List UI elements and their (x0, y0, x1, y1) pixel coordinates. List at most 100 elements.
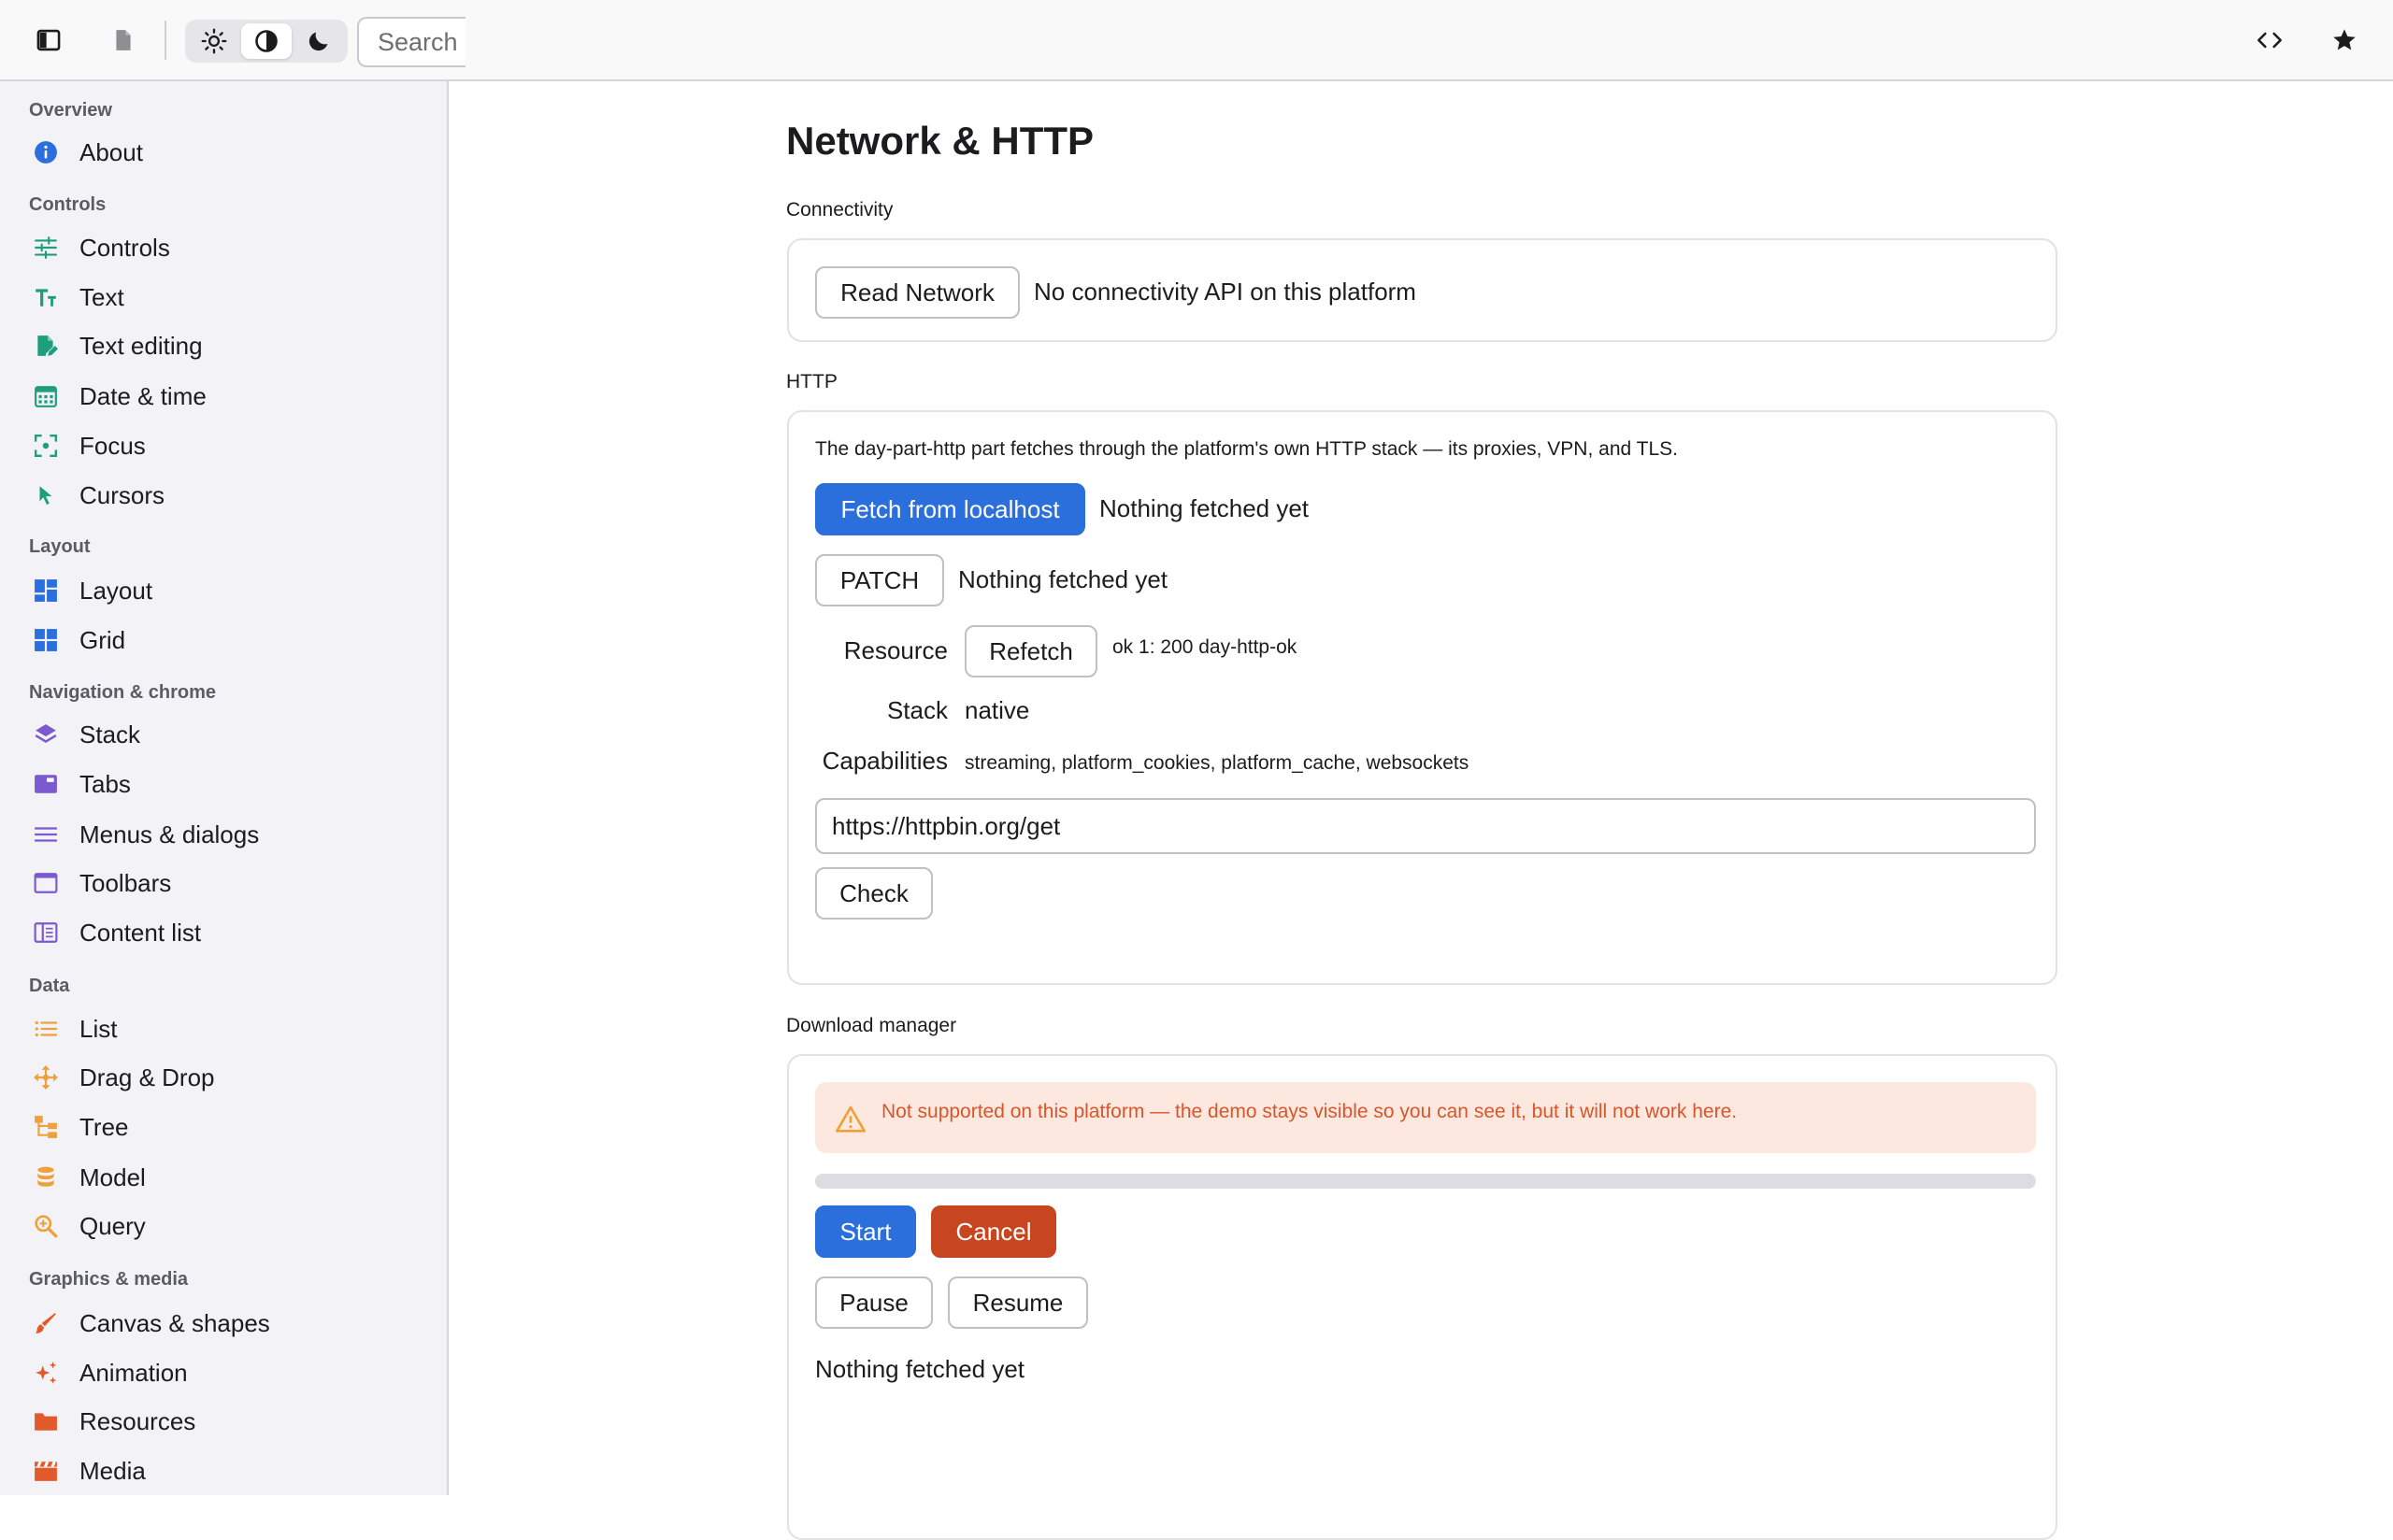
sidebar-item-grid[interactable]: Grid (13, 617, 436, 663)
content-list-icon (34, 922, 58, 943)
sidebar-item-date-time[interactable]: Date & time (13, 373, 436, 420)
sidebar-item-query[interactable]: Query (13, 1203, 436, 1249)
sidebar-item-about[interactable]: About (13, 129, 436, 176)
sidebar-item-label: Cursors (79, 480, 165, 509)
http-group-label: HTTP (786, 371, 838, 392)
sidebar-item-tree[interactable]: Tree (13, 1104, 436, 1150)
pause-button[interactable]: Pause (815, 1276, 933, 1329)
theme-auto-button[interactable] (241, 23, 292, 59)
refetch-button[interactable]: Refetch (965, 625, 1097, 677)
sidebar-toggle-icon (36, 29, 61, 51)
url-input[interactable] (815, 798, 2036, 854)
brush-icon (36, 1313, 56, 1333)
sidebar-item-cursors[interactable]: Cursors (13, 472, 436, 519)
sidebar-item-label: Stack (79, 720, 141, 749)
read-network-button[interactable]: Read Network (815, 266, 1020, 319)
connectivity-group-label: Connectivity (786, 199, 894, 221)
sidebar-item-controls[interactable]: Controls (13, 224, 436, 271)
download-group-label: Download manager (786, 1015, 957, 1036)
edit-document-icon (37, 335, 58, 356)
moon-icon (308, 32, 328, 51)
favorite-button[interactable] (2318, 14, 2371, 66)
focus-icon (34, 434, 58, 458)
database-icon (37, 1166, 54, 1187)
layout-icon (35, 579, 57, 602)
view-source-button[interactable] (2243, 14, 2296, 66)
sidebar-item-label: Focus (79, 431, 146, 460)
sidebar-item-label: Model (79, 1162, 146, 1191)
theme-dark-button[interactable] (294, 23, 344, 59)
sidebar-item-content-list[interactable]: Content list (13, 909, 436, 956)
sidebar-item-label: List (79, 1014, 118, 1043)
capabilities-value: streaming, platform_cookies, platform_ca… (965, 752, 1469, 774)
http-card: The day-part-http part fetches through t… (787, 410, 2057, 985)
document-icon (116, 30, 131, 50)
sidebar-item-label: Grid (79, 625, 126, 654)
sidebar-item-drag-drop[interactable]: Drag & Drop (13, 1054, 436, 1101)
sliders-icon (35, 236, 57, 259)
sidebar-item-resources[interactable]: Resources (13, 1398, 436, 1445)
resource-label: Resource (843, 636, 948, 664)
sidebar-item-canvas-shapes[interactable]: Canvas & shapes (13, 1300, 436, 1347)
sidebar-item-layout[interactable]: Layout (13, 567, 436, 614)
list-icon (35, 1020, 57, 1037)
sidebar-item-label: Canvas & shapes (79, 1308, 270, 1337)
document-button[interactable] (97, 14, 150, 66)
sidebar-item-animation[interactable]: Animation (13, 1349, 436, 1396)
sidebar-section-graphics: Graphics & media (29, 1269, 189, 1290)
move-icon (34, 1065, 58, 1090)
theme-light-button[interactable] (189, 23, 239, 59)
sidebar-item-focus[interactable]: Focus (13, 422, 436, 469)
sidebar-item-label: Media (79, 1456, 146, 1485)
sidebar-item-stack[interactable]: Stack (13, 711, 436, 758)
sidebar-item-label: About (79, 137, 143, 166)
connectivity-card: Read Network No connectivity API on this… (787, 238, 2057, 342)
sidebar-item-model[interactable]: Model (13, 1154, 436, 1201)
contrast-icon (255, 30, 278, 52)
fetch-from-localhost-button[interactable]: Fetch from localhost (815, 483, 1085, 535)
page-title: Network & HTTP (786, 119, 1095, 163)
sidebar-toggle-button[interactable] (22, 14, 75, 66)
sidebar-section-controls: Controls (29, 194, 107, 215)
info-icon (35, 141, 57, 164)
sidebar-item-list[interactable]: List (13, 1005, 436, 1052)
main-content: Network & HTTP Connectivity Read Network… (451, 81, 2393, 1540)
sidebar-item-label: Date & time (79, 381, 207, 410)
download-status: Nothing fetched yet (815, 1355, 1025, 1383)
sidebar-item-label: Layout (79, 576, 153, 605)
grid-icon (35, 629, 57, 651)
menu-icon (35, 827, 57, 842)
fetch-status: Nothing fetched yet (1099, 494, 1310, 522)
sidebar-section-data: Data (29, 976, 70, 996)
resume-button[interactable]: Resume (948, 1276, 1088, 1329)
sidebar-item-toolbars[interactable]: Toolbars (13, 860, 436, 906)
sidebar-item-label: Tabs (79, 769, 131, 798)
sidebar: Overview About Controls Controls Text Te… (0, 81, 449, 1495)
download-progress-bar (815, 1174, 2036, 1189)
sidebar-item-label: Drag & Drop (79, 1062, 215, 1091)
folder-icon (35, 1413, 57, 1431)
patch-button[interactable]: PATCH (815, 554, 944, 606)
tabs-icon (35, 775, 57, 793)
sidebar-item-label: Text editing (79, 331, 203, 360)
cancel-button[interactable]: Cancel (931, 1205, 1056, 1258)
http-description: The day-part-http part fetches through t… (815, 438, 1678, 460)
calendar-icon (35, 386, 57, 407)
sidebar-item-media[interactable]: Media (13, 1447, 436, 1494)
sidebar-item-label: Toolbars (79, 868, 172, 897)
search-input[interactable] (357, 17, 466, 67)
star-icon (2333, 29, 2356, 50)
code-icon (2257, 32, 2282, 49)
zoom-icon (35, 1215, 58, 1238)
sidebar-item-text[interactable]: Text (13, 274, 436, 321)
start-button[interactable]: Start (815, 1205, 916, 1258)
window-icon (34, 873, 58, 893)
unsupported-warning: Not supported on this platform — the dem… (815, 1082, 2036, 1153)
sidebar-section-navigation: Navigation & chrome (29, 682, 217, 703)
sidebar-item-tabs[interactable]: Tabs (13, 761, 436, 807)
check-button[interactable]: Check (815, 867, 933, 920)
tree-icon (35, 1116, 57, 1138)
sidebar-item-text-editing[interactable]: Text editing (13, 322, 436, 369)
cursor-icon (39, 486, 52, 505)
sidebar-item-menus-dialogs[interactable]: Menus & dialogs (13, 811, 436, 858)
